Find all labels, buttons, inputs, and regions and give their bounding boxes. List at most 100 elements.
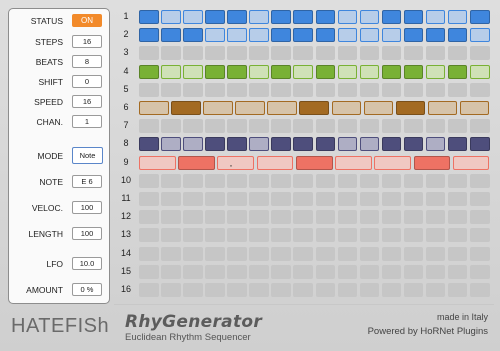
empty-step-row12-11[interactable] <box>359 210 380 225</box>
step-row8-13[interactable] <box>403 137 424 152</box>
empty-step-row5-14[interactable] <box>425 82 446 97</box>
step-row1-8[interactable] <box>293 10 313 24</box>
empty-step-row10-8[interactable] <box>293 173 313 188</box>
step-row9-1[interactable] <box>139 155 176 170</box>
velocity-field[interactable]: 100 <box>72 201 102 214</box>
empty-step-row16-11[interactable] <box>359 283 380 297</box>
empty-step-row15-12[interactable] <box>381 264 402 279</box>
empty-step-row15-13[interactable] <box>403 264 424 279</box>
step-row1-5[interactable] <box>227 10 247 24</box>
empty-step-row3-1[interactable] <box>139 46 159 61</box>
step-row1-10[interactable] <box>337 10 358 24</box>
shift-field[interactable]: 0 <box>72 75 102 88</box>
empty-step-row15-2[interactable] <box>161 264 181 279</box>
step-row8-14[interactable] <box>425 137 446 152</box>
step-row2-1[interactable] <box>139 28 159 43</box>
empty-step-row15-11[interactable] <box>359 264 380 279</box>
empty-step-row7-12[interactable] <box>381 119 402 134</box>
empty-step-row10-12[interactable] <box>381 173 402 188</box>
empty-step-row3-2[interactable] <box>161 46 181 61</box>
empty-step-row11-1[interactable] <box>139 192 159 206</box>
empty-step-row10-15[interactable] <box>447 173 468 188</box>
empty-step-row3-13[interactable] <box>403 46 424 61</box>
empty-step-row7-14[interactable] <box>425 119 446 134</box>
speed-field[interactable]: 16 <box>72 95 102 108</box>
empty-step-row12-5[interactable] <box>227 210 247 225</box>
step-row1-3[interactable] <box>183 10 203 24</box>
row-number-10[interactable]: 10 <box>114 175 138 185</box>
empty-step-row12-16[interactable] <box>469 210 490 225</box>
row-number-11[interactable]: 11 <box>114 193 138 203</box>
step-row1-6[interactable] <box>249 10 269 24</box>
empty-step-row11-8[interactable] <box>293 192 313 206</box>
empty-step-row7-4[interactable] <box>205 119 225 134</box>
empty-step-row5-4[interactable] <box>205 82 225 97</box>
empty-step-row5-2[interactable] <box>161 82 181 97</box>
empty-step-row13-12[interactable] <box>381 228 402 243</box>
row-number-1[interactable]: 1 <box>114 11 138 21</box>
step-row1-12[interactable] <box>381 10 402 24</box>
empty-step-row12-2[interactable] <box>161 210 181 225</box>
empty-step-row15-4[interactable] <box>205 264 225 279</box>
empty-step-row12-10[interactable] <box>337 210 358 225</box>
empty-step-row10-11[interactable] <box>359 173 380 188</box>
step-row4-10[interactable] <box>337 64 358 79</box>
step-row6-11[interactable] <box>459 101 490 115</box>
empty-step-row7-6[interactable] <box>249 119 269 134</box>
step-row4-11[interactable] <box>359 64 380 79</box>
empty-step-row16-6[interactable] <box>249 283 269 297</box>
step-row2-12[interactable] <box>381 28 402 43</box>
step-row4-2[interactable] <box>161 64 181 79</box>
empty-step-row7-13[interactable] <box>403 119 424 134</box>
channel-field[interactable]: 1 <box>72 115 102 128</box>
empty-step-row16-2[interactable] <box>161 283 181 297</box>
empty-step-row7-15[interactable] <box>447 119 468 134</box>
step-row2-9[interactable] <box>315 28 336 43</box>
step-row2-14[interactable] <box>425 28 446 43</box>
empty-step-row16-13[interactable] <box>403 283 424 297</box>
step-row1-16[interactable] <box>469 10 490 24</box>
step-row6-10[interactable] <box>427 101 458 115</box>
empty-step-row10-13[interactable] <box>403 173 424 188</box>
empty-step-row14-16[interactable] <box>469 246 490 261</box>
step-row4-9[interactable] <box>315 64 336 79</box>
mode-field[interactable]: Note <box>72 147 103 164</box>
empty-step-row12-15[interactable] <box>447 210 468 225</box>
empty-step-row12-3[interactable] <box>183 210 203 225</box>
empty-step-row13-9[interactable] <box>315 228 336 243</box>
step-row6-9[interactable] <box>395 101 426 115</box>
step-row4-4[interactable] <box>205 64 225 79</box>
empty-step-row5-6[interactable] <box>249 82 269 97</box>
empty-step-row16-1[interactable] <box>139 283 159 297</box>
empty-step-row15-10[interactable] <box>337 264 358 279</box>
empty-step-row13-10[interactable] <box>337 228 358 243</box>
empty-step-row3-3[interactable] <box>183 46 203 61</box>
step-row9-8[interactable] <box>413 155 451 170</box>
empty-step-row14-12[interactable] <box>381 246 402 261</box>
step-row6-3[interactable] <box>203 101 233 115</box>
step-row1-2[interactable] <box>161 10 181 24</box>
step-row8-6[interactable] <box>249 137 269 152</box>
row-number-7[interactable]: 7 <box>114 120 138 130</box>
empty-step-row11-13[interactable] <box>403 192 424 206</box>
row-number-5[interactable]: 5 <box>114 84 138 94</box>
length-field[interactable]: 100 <box>72 227 102 240</box>
empty-step-row14-14[interactable] <box>425 246 446 261</box>
empty-step-row13-6[interactable] <box>249 228 269 243</box>
step-row8-12[interactable] <box>381 137 402 152</box>
empty-step-row5-9[interactable] <box>315 82 336 97</box>
empty-step-row10-14[interactable] <box>425 173 446 188</box>
step-row9-2[interactable] <box>178 155 215 170</box>
empty-step-row7-10[interactable] <box>337 119 358 134</box>
empty-step-row12-12[interactable] <box>381 210 402 225</box>
row-number-13[interactable]: 13 <box>114 229 138 239</box>
empty-step-row3-8[interactable] <box>293 46 313 61</box>
empty-step-row16-12[interactable] <box>381 283 402 297</box>
empty-step-row15-14[interactable] <box>425 264 446 279</box>
empty-step-row15-1[interactable] <box>139 264 159 279</box>
empty-step-row7-16[interactable] <box>469 119 490 134</box>
empty-step-row3-6[interactable] <box>249 46 269 61</box>
row-number-6[interactable]: 6 <box>114 102 138 112</box>
empty-step-row15-7[interactable] <box>271 264 291 279</box>
step-row2-5[interactable] <box>227 28 247 43</box>
